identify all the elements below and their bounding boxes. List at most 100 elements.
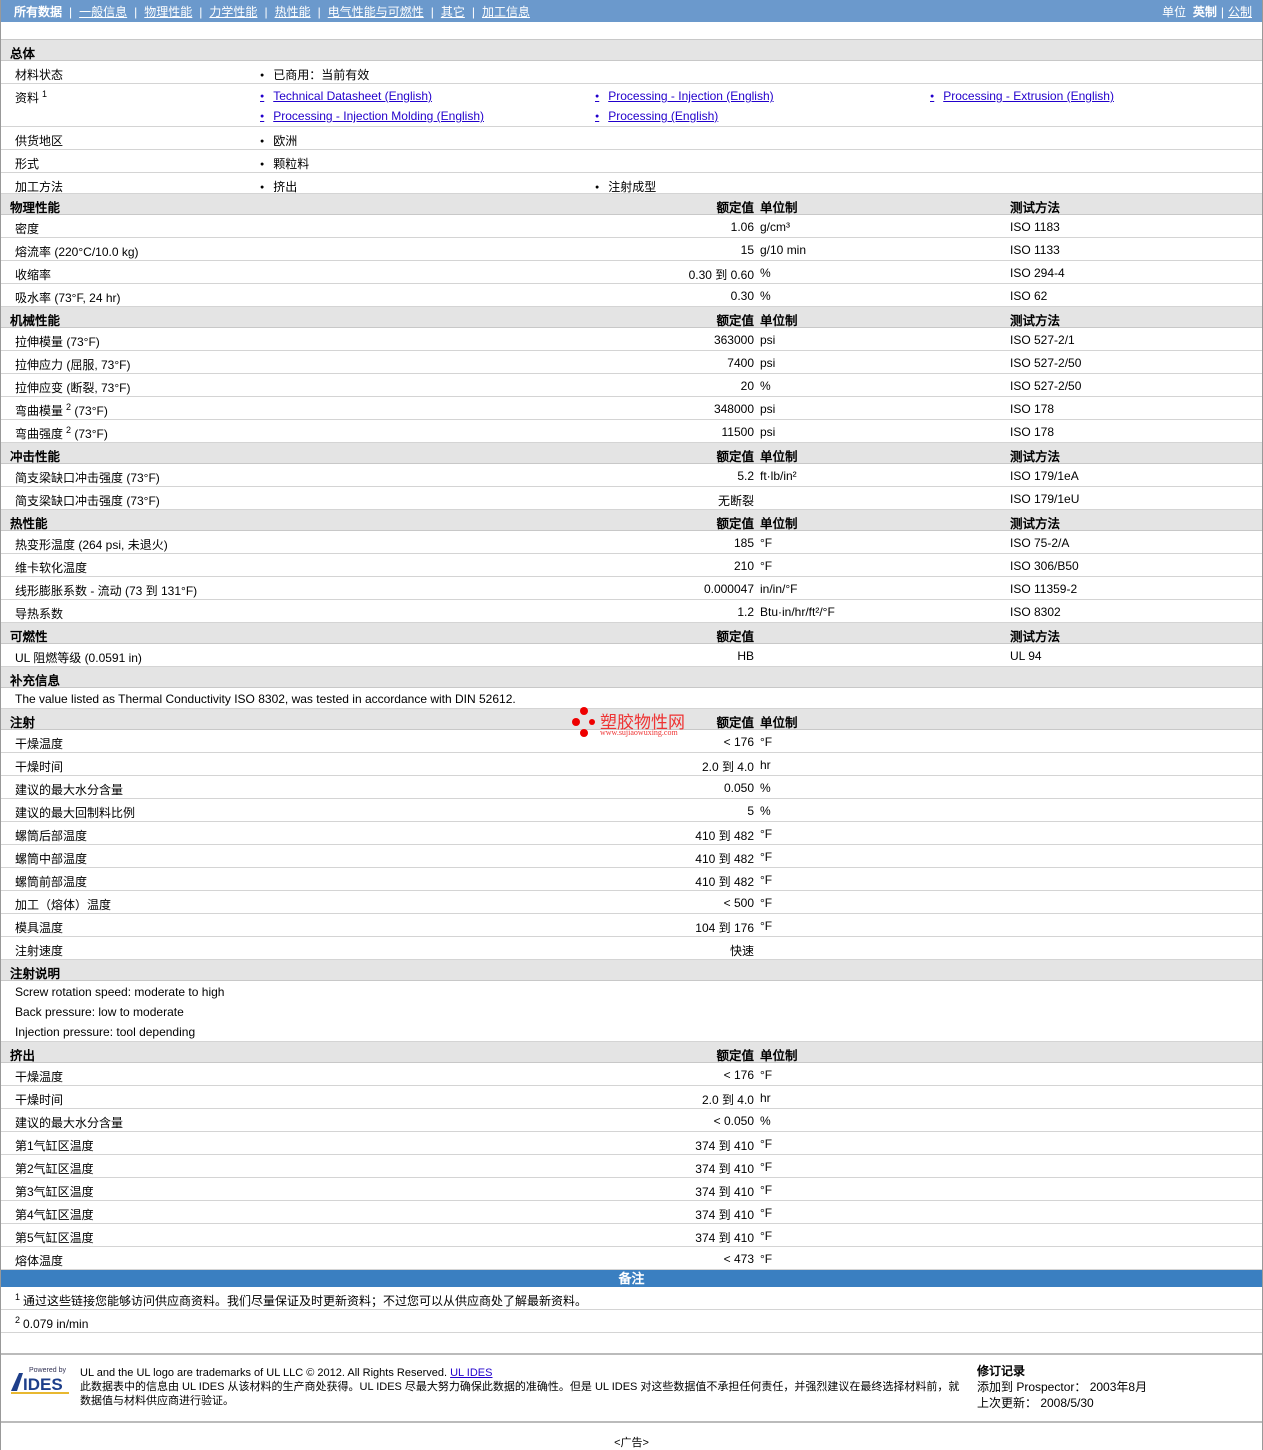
section-header: 冲击性能 额定值 单位制 测试方法 <box>1 443 1262 464</box>
property-unit: psi <box>760 402 776 416</box>
property-name: 密度 <box>15 222 40 236</box>
property-row: 第1气缸区温度 374 到 410 °F <box>1 1132 1262 1155</box>
property-label: 拉伸应变 (断裂, 73°F) <box>15 379 130 396</box>
property-value: 374 到 410 <box>695 1185 754 1199</box>
property-value: 374 到 410 <box>695 1162 754 1176</box>
units-metric-link[interactable]: 公制 <box>1228 5 1252 19</box>
property-name: 导热系数 <box>15 607 64 621</box>
section-title: 热性能 <box>10 517 48 531</box>
property-value: 11500 <box>721 425 754 439</box>
test-col-header: 测试方法 <box>1010 201 1061 215</box>
row-value: 注射成型 <box>608 178 656 195</box>
doc-link[interactable]: Processing - Extrusion (English) <box>943 89 1114 103</box>
note-text: Back pressure: low to moderate <box>15 1005 184 1019</box>
property-unit: °F <box>760 559 773 573</box>
footnote-number: 1 <box>15 1292 21 1302</box>
section-header: 物理性能 额定值 单位制 测试方法 <box>1 194 1262 215</box>
property-name: 热变形温度 (264 psi, 未退火) <box>15 538 168 552</box>
section-header: 可燃性 额定值 测试方法 <box>1 623 1262 644</box>
doc-link[interactable]: Processing (English) <box>608 109 718 123</box>
test-method: ISO 179/1eA <box>1010 469 1079 483</box>
property-value: 0.30 <box>730 289 754 303</box>
property-value: 185 <box>733 536 754 550</box>
unit-switch: 单位 英制 | 公制 <box>1162 4 1252 19</box>
property-unit: % <box>760 1114 771 1128</box>
watermark: 塑胶物性网 www.sujiaowuxing.com <box>570 706 710 740</box>
doc-link[interactable]: Technical Datasheet (English) <box>273 89 432 103</box>
property-row: 注射速度 快速 <box>1 937 1262 960</box>
doc-link[interactable]: Processing - Injection (English) <box>608 89 773 103</box>
property-row: 建议的最大回制料比例 5% <box>1 799 1262 822</box>
section-title: 可燃性 <box>10 630 48 644</box>
property-label: 第2气缸区温度 <box>15 1160 94 1177</box>
test-method: ISO 527-2/50 <box>1010 356 1082 370</box>
notes-header: 备注 <box>1 1270 1262 1287</box>
property-name: 收缩率 <box>15 268 52 282</box>
nav-item[interactable]: 所有数据 <box>14 5 62 19</box>
property-value: < 473 <box>723 1252 754 1266</box>
nav-item[interactable]: 一般信息 <box>79 5 127 19</box>
general-row: 材料状态 已商用：当前有效 <box>1 61 1262 84</box>
test-method: ISO 179/1eU <box>1010 492 1080 506</box>
value-col-header: 额定值 <box>716 716 754 730</box>
row-label: 材料状态 <box>15 68 64 82</box>
property-name: 加工（熔体）温度 <box>15 898 112 912</box>
property-condition: (73°F) <box>71 427 108 441</box>
added-date: 添加到 Prospector： 2003年8月 <box>977 1380 1148 1394</box>
nav-item[interactable]: 物理性能 <box>144 5 192 19</box>
property-value: 348000 <box>713 402 754 416</box>
svg-text:Powered by: Powered by <box>29 1367 66 1374</box>
property-value: 410 到 482 <box>695 875 754 889</box>
property-label: 模具温度 <box>15 919 63 936</box>
property-row: UL 阻燃等级 (0.0591 in) HB UL 94 <box>1 644 1262 667</box>
value-col-header: 额定值 <box>716 517 754 531</box>
nav-item[interactable]: 其它 <box>441 5 465 19</box>
property-row: 建议的最大水分含量 0.050% <box>1 776 1262 799</box>
section-title: 注射说明 <box>10 967 61 981</box>
doc-link[interactable]: Processing - Injection Molding (English) <box>273 109 484 123</box>
property-row: 干燥时间 2.0 到 4.0 hr <box>1 753 1262 776</box>
property-row: 吸水率 (73°F, 24 hr) 0.30% ISO 62 <box>1 284 1262 307</box>
section-header: 热性能 额定值 单位制 测试方法 <box>1 510 1262 531</box>
units-english: 英制 <box>1192 4 1217 19</box>
unit-col-header: 单位制 <box>760 716 798 730</box>
revision-title: 修订记录 <box>977 1364 1026 1378</box>
property-unit: °F <box>760 1068 773 1082</box>
property-value: 410 到 482 <box>695 829 754 843</box>
unit-col-header: 单位制 <box>760 450 798 464</box>
property-value: 无断裂 <box>717 494 754 508</box>
property-unit: psi <box>760 356 776 370</box>
property-value: 2.0 到 4.0 <box>701 1093 754 1107</box>
datasheet-content: 总体材料状态已商用：当前有效资料1Technical Datasheet (En… <box>1 40 1262 1333</box>
general-row: 供货地区 欧洲 <box>1 127 1262 150</box>
property-label: 第3气缸区温度 <box>15 1183 94 1200</box>
units-label: 单位 <box>1162 4 1187 19</box>
property-label: 简支梁缺口冲击强度 (73°F) <box>15 469 160 486</box>
test-method: ISO 1133 <box>1010 243 1060 257</box>
section-title: 挤出 <box>10 1049 36 1063</box>
property-name: 拉伸模量 (73°F) <box>15 335 100 349</box>
property-row: 干燥时间 2.0 到 4.0 hr <box>1 1086 1262 1109</box>
property-row: 模具温度 104 到 176 °F <box>1 914 1262 937</box>
property-row: 第2气缸区温度 374 到 410 °F <box>1 1155 1262 1178</box>
property-value: 0.000047 <box>703 582 754 596</box>
nav-item[interactable]: 力学性能 <box>209 5 257 19</box>
nav-item[interactable]: 热性能 <box>275 5 311 19</box>
footnote-text: 0.079 in/min <box>23 1317 89 1331</box>
revision-history: 修订记录 添加到 Prospector： 2003年8月 上次更新： 2008/… <box>977 1363 1147 1411</box>
property-unit: °F <box>760 1229 773 1243</box>
property-value: < 176 <box>723 1068 754 1082</box>
unit-col-header: 单位制 <box>760 517 798 531</box>
ul-ides-link[interactable]: UL IDES <box>450 1367 492 1379</box>
unit-col-header: 单位制 <box>760 201 798 215</box>
section-header: 补充信息 <box>1 667 1262 688</box>
property-value: 374 到 410 <box>695 1139 754 1153</box>
property-label: 熔流率 (220°C/10.0 kg) <box>15 243 139 260</box>
nav-bar: 所有数据 | 一般信息 | 物理性能 | 力学性能 | 热性能 | 电气性能与可燃性 | 其它 | 加工信息… <box>1 0 1262 22</box>
property-value: 363000 <box>713 333 754 347</box>
property-unit: °F <box>760 919 773 933</box>
section-title: 补充信息 <box>10 674 61 688</box>
nav-item[interactable]: 电气性能与可燃性 <box>328 5 424 19</box>
property-label: 干燥时间 <box>15 1091 63 1108</box>
nav-item[interactable]: 加工信息 <box>482 5 530 19</box>
